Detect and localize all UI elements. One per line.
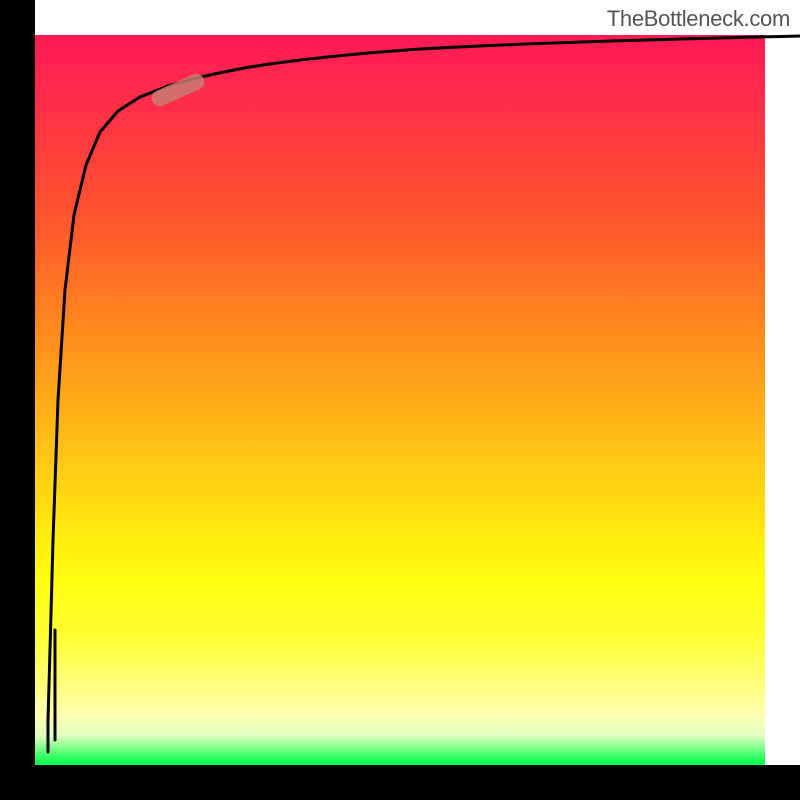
x-axis	[0, 765, 800, 800]
y-axis	[0, 0, 35, 800]
chart-container: TheBottleneck.com	[0, 0, 800, 800]
attribution-text: TheBottleneck.com	[607, 6, 790, 32]
plot-gradient-background	[35, 35, 765, 765]
